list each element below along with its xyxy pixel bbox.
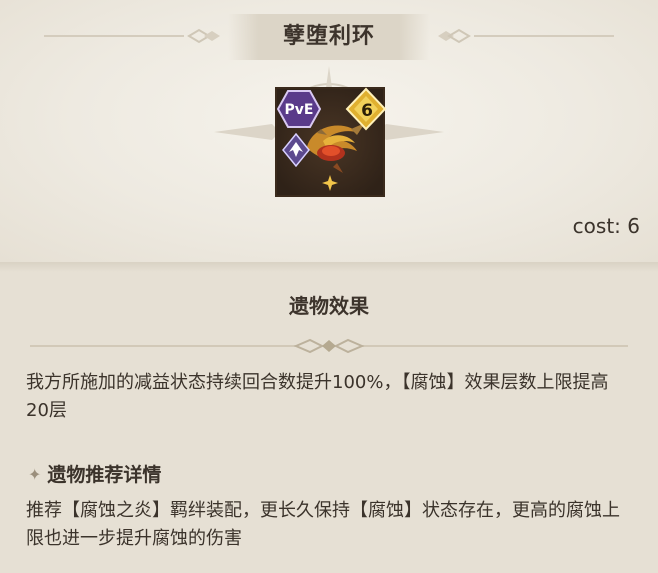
effect-description: 我方所施加的减益状态持续回合数提升100%，【腐蚀】效果层数上限提高20层 xyxy=(26,372,609,421)
effect-heading: 遗物效果 xyxy=(289,294,369,318)
relic-name: 孽堕利环 xyxy=(282,24,375,49)
title-right-ornament-icon xyxy=(438,28,614,44)
recommendation-heading-row: ✦ 遗物推荐详情 xyxy=(28,461,428,489)
star-bullet-icon: ✦ xyxy=(28,465,42,484)
panel-edge xyxy=(0,262,658,272)
recommendation-heading: 遗物推荐详情 xyxy=(47,464,162,486)
sparkle-icon xyxy=(322,175,338,191)
title-left-ornament-icon xyxy=(44,28,220,44)
pve-badge-label: PvE xyxy=(285,102,314,118)
relic-level: 6 xyxy=(361,101,373,121)
recommendation-description: 推荐【腐蚀之炎】羁绊装配，更长久保持【腐蚀】状态存在，更高的腐蚀上限也进一步提升… xyxy=(26,500,620,549)
faction-emblem-icon xyxy=(282,133,310,167)
pve-badge-icon: PvE xyxy=(277,90,321,128)
section-divider-icon xyxy=(30,338,628,354)
cost-label: cost: 6 xyxy=(572,214,640,238)
